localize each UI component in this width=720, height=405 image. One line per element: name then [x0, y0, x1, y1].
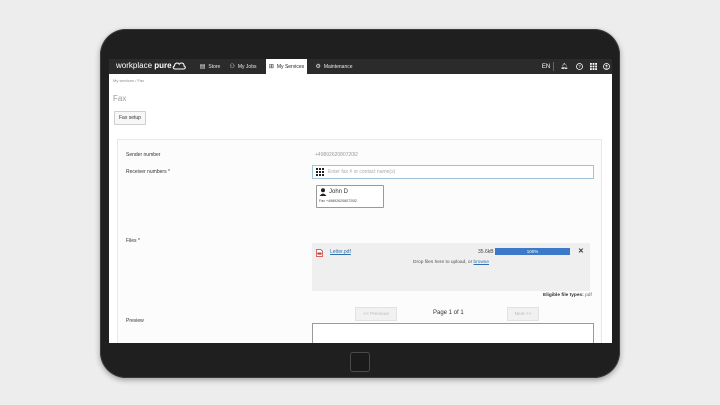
home-button — [350, 352, 370, 372]
drop-zone-text: Drop files here to upload, or browse — [412, 260, 489, 265]
nav-divider — [553, 62, 554, 71]
sender-number-value: +4989262080720l2 — [315, 152, 358, 158]
language-selector[interactable]: EN — [539, 59, 553, 74]
contact-name: John D — [329, 189, 349, 195]
contact-fax: Fax +4989262080720l2 — [319, 199, 357, 203]
apps-grid-icon[interactable] — [587, 59, 599, 74]
help-icon[interactable]: ? — [573, 59, 585, 74]
bell-icon[interactable]: 🔔︎ — [558, 59, 570, 74]
services-icon: ⊞ — [268, 64, 274, 70]
fax-setup-button[interactable]: Fax setup — [114, 111, 146, 125]
remove-file-button[interactable]: ✕ — [578, 247, 584, 255]
receiver-input[interactable]: Enter fax # or contact name(s) — [312, 165, 594, 179]
nav-my-jobs[interactable]: ⚇ My Jobs — [227, 59, 259, 74]
page-title: Fax — [113, 94, 127, 103]
page-indicator: Page 1 of 1 — [433, 310, 464, 316]
brand-logo: workplace pure — [116, 61, 172, 70]
receiver-numbers-label: Receiver numbers * — [126, 169, 170, 175]
cloud-logo-icon — [172, 62, 186, 70]
store-icon: ▤ — [199, 64, 206, 70]
receiver-input-placeholder: Enter fax # or contact name(s) — [328, 169, 396, 175]
user-icon[interactable] — [601, 59, 612, 74]
upload-progress-bar: 100% — [495, 248, 570, 255]
browse-link[interactable]: browse — [474, 260, 489, 265]
top-navbar: workplace pure ▤ Store ⚇ My Jobs ⊞ My Servi… — [109, 59, 612, 74]
breadcrumb: My services / Fax — [113, 78, 145, 83]
file-size: 35.6kB — [478, 249, 494, 255]
next-page-button[interactable]: Next >> — [507, 307, 539, 321]
eligible-file-types: Eligible file types: pdf — [543, 293, 592, 298]
app-screen: workplace pure ▤ Store ⚇ My Jobs ⊞ My Servi… — [109, 59, 612, 343]
file-upload-area[interactable]: Letter.pdf 35.6kB 100% ✕ Drop files here… — [312, 243, 590, 291]
sender-number-label: Sender number — [126, 152, 161, 158]
previous-page-button[interactable]: << Previous — [355, 307, 397, 321]
files-label: Files * — [126, 238, 140, 244]
nav-store[interactable]: ▤ Store — [197, 59, 223, 74]
nav-my-services[interactable]: ⊞ My Services — [266, 59, 307, 74]
person-icon — [319, 188, 327, 196]
svg-text:?: ? — [578, 64, 581, 69]
upload-progress-label: 100% — [526, 249, 539, 254]
contacts-grid-icon[interactable] — [316, 168, 324, 176]
fax-preview-area — [312, 323, 594, 343]
preview-label: Preview — [126, 318, 144, 324]
gear-icon: ⚙ — [315, 64, 321, 70]
jobs-icon: ⚇ — [229, 64, 235, 70]
uploaded-file-link[interactable]: Letter.pdf — [330, 249, 351, 255]
pdf-file-icon — [316, 249, 323, 257]
contact-chip[interactable]: John D Fax +4989262080720l2 — [316, 185, 384, 208]
nav-maintenance[interactable]: ⚙ Maintenance — [313, 59, 355, 74]
